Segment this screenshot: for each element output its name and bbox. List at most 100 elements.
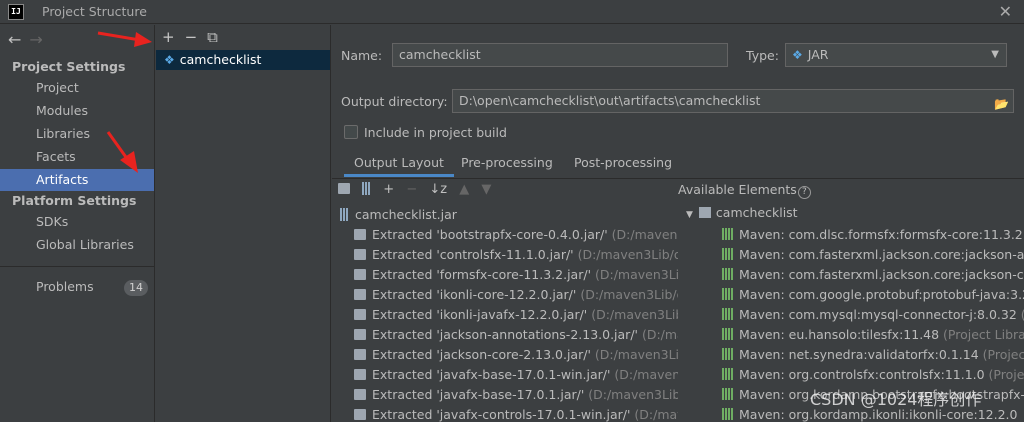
library-label: Maven: net.synedra:validatorfx:0.1.14 [739,347,979,362]
artifact-diamond-icon: ❖ [164,53,175,67]
extracted-folder-icon [354,249,366,260]
platform-settings-heading: Platform Settings [12,193,137,208]
output-directory-input[interactable]: D:\open\camchecklist\out\artifacts\camch… [452,89,1014,113]
tree-row[interactable]: Extracted 'jackson-core-2.13.0.jar/' (D:… [354,345,678,365]
tree-row-label: Extracted 'jackson-annotations-2.13.0.ja… [372,327,638,342]
tree-row[interactable]: Extracted 'controlsfx-11.1.0.jar/' (D:/m… [354,245,678,265]
watermark-text: CSDN @1024程序创作 [810,390,982,409]
project-settings-heading: Project Settings [12,59,126,74]
tab-output-layout[interactable]: Output Layout [344,153,454,177]
tree-row-path: (D:/maven3Lib/org [591,307,678,322]
archive-icon[interactable] [362,182,372,197]
sidebar-item-modules[interactable]: Modules [0,100,154,122]
list-item[interactable]: Maven: net.synedra:validatorfx:0.1.14 (P… [722,345,1024,365]
list-item[interactable]: Maven: eu.hansolo:tilesfx:11.48 (Project… [722,325,1024,345]
output-directory-label: Output directory: [341,94,448,109]
available-elements-title: Available Elements [678,182,797,197]
extracted-folder-icon [354,389,366,400]
tree-row[interactable]: Extracted 'ikonli-javafx-12.2.0.jar/' (D… [354,305,678,325]
tree-row-label: Extracted 'javafx-controls-17.0.1-win.ja… [372,407,631,422]
add-artifact-icon[interactable]: + [162,28,175,46]
sidebar-item-libraries[interactable]: Libraries [0,123,154,145]
tree-row-label: Extracted 'javafx-base-17.0.1.jar/' [372,387,585,402]
tree-row[interactable]: Extracted 'javafx-base-17.0.1.jar/' (D:/… [354,385,678,405]
tab-pre-processing[interactable]: Pre-processing [451,153,563,177]
tree-row-path: (D:/maven3 [634,407,678,422]
window-title: Project Structure [42,4,147,19]
back-arrow-icon[interactable]: ← [8,30,21,49]
extracted-folder-icon [354,329,366,340]
tree-row-label: Extracted 'jackson-core-2.13.0.jar/' [372,347,591,362]
nav-arrows: ← → [8,30,51,49]
tab-post-processing[interactable]: Post-processing [564,153,682,177]
tree-row[interactable]: Extracted 'bootstrapfx-core-0.4.0.jar/' … [354,225,678,245]
expand-chevron-icon[interactable]: ▼ [686,210,693,220]
forward-arrow-icon[interactable]: → [29,30,42,49]
list-item[interactable]: Maven: com.mysql:mysql-connector-j:8.0.3… [722,305,1024,325]
settings-sidebar: ← → Project Settings Project Modules Libr… [0,25,155,422]
tree-row[interactable]: Extracted 'javafx-base-17.0.1-win.jar/' … [354,365,678,385]
remove-element-icon[interactable]: − [406,182,417,197]
jar-root-label: camchecklist.jar [355,207,457,222]
list-item[interactable]: Maven: com.google.protobuf:protobuf-java… [722,285,1024,305]
tree-row-path: (D:/maven3Lib/co [594,267,678,282]
list-item[interactable]: Maven: org.controlsfx:controlsfx:11.1.0 … [722,365,1024,385]
artifacts-toolbar: + − ⧉ [162,28,228,46]
tree-row-label: Extracted 'javafx-base-17.0.1-win.jar/' [372,367,611,382]
maven-library-icon [722,388,734,400]
move-up-icon[interactable]: ▲ [459,182,469,197]
extracted-folder-icon [354,369,366,380]
new-directory-icon[interactable] [338,182,350,197]
type-label: Type: [746,48,779,63]
output-layout-toolbar: + − ↓z ▲ ▼ [338,182,499,197]
title-bar: IJ Project Structure ✕ [0,0,1024,24]
extracted-folder-icon [354,229,366,240]
library-label: Maven: com.fasterxml.jackson.core:jackso… [739,247,1024,262]
problems-count-badge: 14 [124,280,148,296]
library-label: Maven: com.google.protobuf:protobuf-java… [739,287,1024,302]
jar-type-icon: ❖ [792,48,803,62]
sidebar-item-project[interactable]: Project [0,77,154,99]
include-in-build-checkbox[interactable] [344,125,358,139]
extracted-folder-icon [354,349,366,360]
maven-library-icon [722,368,734,380]
sort-icon[interactable]: ↓z [429,182,447,197]
artifact-type-value: JAR [807,47,829,62]
intellij-app-icon: IJ [8,4,24,20]
list-item[interactable]: Maven: com.fasterxml.jackson.core:jackso… [722,245,1024,265]
list-item[interactable]: Maven: com.fasterxml.jackson.core:jackso… [722,265,1024,285]
artifact-list-item[interactable]: ❖ camchecklist [156,50,330,70]
copy-artifact-icon[interactable]: ⧉ [207,28,218,46]
output-layout-tree: Extracted 'bootstrapfx-core-0.4.0.jar/' … [354,225,678,422]
maven-library-icon [722,228,734,240]
remove-artifact-icon[interactable]: − [185,28,198,46]
library-suffix: (Project Li [988,367,1024,382]
artifact-name-input[interactable]: camchecklist [392,43,728,67]
jar-root-node[interactable]: camchecklist.jar [340,207,457,222]
close-window-icon[interactable]: ✕ [999,2,1012,21]
tree-row[interactable]: Extracted 'jackson-annotations-2.13.0.ja… [354,325,678,345]
tree-row-path: (D:/maven3Lib/org/ [580,287,678,302]
move-down-icon[interactable]: ▼ [481,182,491,197]
library-label: Maven: org.controlsfx:controlsfx:11.1.0 [739,367,985,382]
browse-folder-icon[interactable]: 📂 [994,93,1009,115]
available-root-node[interactable]: ▼ camchecklist [686,205,798,220]
add-element-icon[interactable]: + [383,182,394,197]
sidebar-item-sdks[interactable]: SDKs [0,211,154,233]
extracted-folder-icon [354,289,366,300]
jar-file-icon [340,208,349,221]
tree-row[interactable]: Extracted 'ikonli-core-12.2.0.jar/' (D:/… [354,285,678,305]
tree-row-path: (D:/maver [641,327,678,342]
sidebar-item-global-libraries[interactable]: Global Libraries [0,234,154,256]
tree-row-label: Extracted 'controlsfx-11.1.0.jar/' [372,247,574,262]
sidebar-item-artifacts[interactable]: Artifacts [0,169,154,191]
sidebar-divider [0,266,154,267]
help-icon[interactable]: ? [797,186,811,199]
name-label: Name: [341,48,383,63]
artifact-type-select[interactable]: ❖ JAR ▼ [785,43,1007,67]
tree-row[interactable]: Extracted 'javafx-controls-17.0.1-win.ja… [354,405,678,422]
list-item[interactable]: Maven: com.dlsc.formsfx:formsfx-core:11.… [722,225,1024,245]
tree-row[interactable]: Extracted 'formsfx-core-11.3.2.jar/' (D:… [354,265,678,285]
sidebar-item-facets[interactable]: Facets [0,146,154,168]
chevron-down-icon: ▼ [991,49,999,60]
